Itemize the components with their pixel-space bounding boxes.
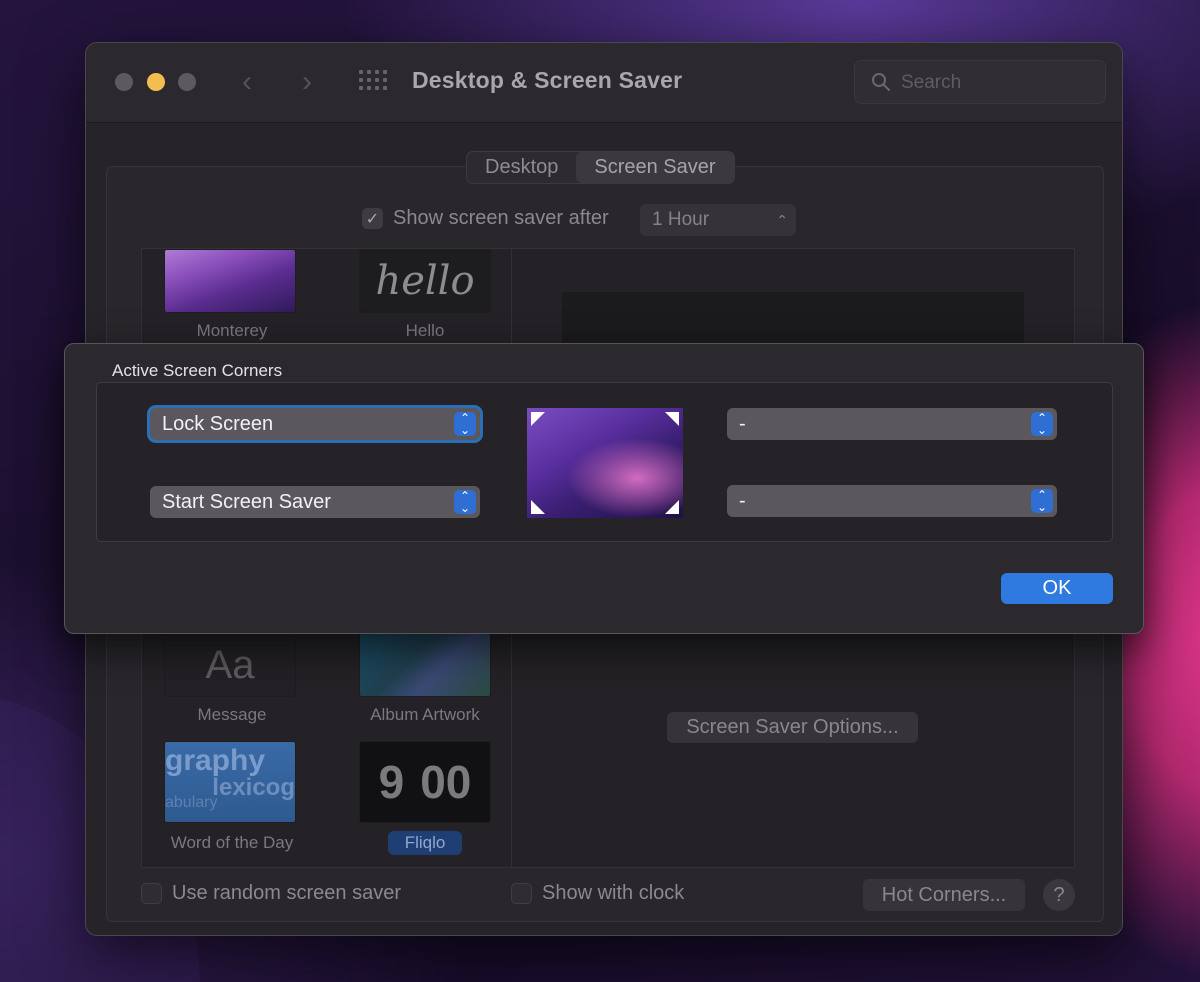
show-after-row: ✓ Show screen saver after bbox=[362, 207, 609, 230]
word-thumb-text: lexicog bbox=[212, 774, 295, 801]
tab-screen-saver[interactable]: Screen Saver bbox=[576, 152, 734, 183]
saver-label: Album Artwork bbox=[370, 705, 480, 724]
word-thumb-text: abulary bbox=[165, 794, 218, 811]
bottom-left-corner-select[interactable]: Start Screen Saver ⌃ ⌄ bbox=[150, 486, 480, 518]
saver-label-selected: Fliqlo bbox=[388, 831, 462, 855]
top-right-corner-marker bbox=[665, 412, 679, 426]
chevron-updown-icon: ⌃ ⌄ bbox=[1031, 489, 1053, 513]
screen-saver-options-button[interactable]: Screen Saver Options... bbox=[667, 712, 918, 743]
bottom-left-corner-value: Start Screen Saver bbox=[162, 491, 331, 513]
show-after-select[interactable]: 1 Hour ⌃ bbox=[640, 204, 796, 236]
word-thumb-text: graphy bbox=[165, 744, 266, 777]
hello-thumb-text: hello bbox=[375, 258, 475, 304]
window-title: Desktop & Screen Saver bbox=[412, 67, 683, 93]
random-saver-label: Use random screen saver bbox=[172, 882, 401, 904]
fliqlo-hour: 9 bbox=[378, 756, 405, 808]
search-input[interactable] bbox=[901, 69, 1091, 97]
bottom-right-corner-marker bbox=[665, 500, 679, 514]
top-right-corner-select[interactable]: - ⌃ ⌄ bbox=[727, 408, 1057, 440]
random-saver-checkbox[interactable] bbox=[141, 883, 162, 904]
saver-thumb-album-artwork[interactable] bbox=[359, 633, 491, 697]
hot-corners-button[interactable]: Hot Corners... bbox=[863, 879, 1025, 911]
help-button[interactable]: ? bbox=[1043, 879, 1075, 911]
saver-label: Word of the Day bbox=[170, 833, 294, 852]
search-icon bbox=[872, 73, 890, 91]
bottom-right-corner-select[interactable]: - ⌃ ⌄ bbox=[727, 485, 1057, 517]
minimize-button[interactable] bbox=[147, 73, 165, 91]
top-left-corner-marker bbox=[531, 412, 545, 426]
chevron-updown-icon: ⌃ ⌄ bbox=[1031, 412, 1053, 436]
forward-arrow-icon[interactable]: › bbox=[302, 63, 312, 101]
screen-corners-preview bbox=[527, 408, 683, 518]
bottom-right-corner-value: - bbox=[739, 490, 746, 512]
chevron-updown-icon: ⌃ ⌄ bbox=[454, 412, 476, 436]
show-after-value: 1 Hour bbox=[652, 209, 710, 230]
bottom-left-corner-marker bbox=[531, 500, 545, 514]
dialog-title: Active Screen Corners bbox=[112, 361, 283, 380]
back-arrow-icon[interactable]: ‹ bbox=[242, 63, 252, 101]
fliqlo-minutes: 00 bbox=[420, 756, 472, 808]
show-clock-row: Show with clock bbox=[511, 882, 684, 905]
top-left-corner-select[interactable]: Lock Screen ⌃ ⌄ bbox=[150, 408, 480, 440]
top-left-corner-value: Lock Screen bbox=[162, 413, 274, 435]
show-after-label: Show screen saver after bbox=[393, 207, 609, 229]
saver-label: Message bbox=[197, 705, 267, 724]
search-field[interactable] bbox=[854, 60, 1106, 104]
saver-thumb-word-of-the-day[interactable]: graphy lexicog abulary bbox=[164, 741, 296, 823]
tab-desktop[interactable]: Desktop bbox=[467, 152, 576, 183]
zoom-button[interactable] bbox=[178, 73, 196, 91]
saver-thumb-fliqlo[interactable]: 9 00 bbox=[359, 741, 491, 823]
top-right-corner-value: - bbox=[739, 413, 746, 435]
chevron-updown-icon: ⌃ bbox=[776, 212, 788, 228]
ok-button[interactable]: OK bbox=[1001, 573, 1113, 604]
saver-label: Hello bbox=[405, 321, 445, 340]
tab-bar: Desktop Screen Saver bbox=[466, 151, 735, 184]
show-clock-label: Show with clock bbox=[542, 882, 685, 904]
saver-thumb-hello[interactable]: hello bbox=[359, 249, 491, 313]
saver-thumb-message[interactable]: Aa bbox=[164, 633, 296, 697]
active-screen-corners-dialog: Active Screen Corners Lock Screen ⌃ ⌄ Sta… bbox=[64, 343, 1144, 634]
random-saver-row: Use random screen saver bbox=[141, 882, 401, 905]
message-thumb-text: Aa bbox=[205, 642, 255, 687]
chevron-updown-icon: ⌃ ⌄ bbox=[454, 490, 476, 514]
show-all-grid-icon[interactable] bbox=[359, 70, 389, 94]
title-bar: ‹ › Desktop & Screen Saver bbox=[86, 43, 1122, 123]
show-clock-checkbox[interactable] bbox=[511, 883, 532, 904]
show-after-checkbox[interactable]: ✓ bbox=[362, 208, 383, 229]
close-button[interactable] bbox=[115, 73, 133, 91]
saver-label: Monterey bbox=[196, 321, 268, 340]
saver-thumb-monterey[interactable] bbox=[164, 249, 296, 313]
